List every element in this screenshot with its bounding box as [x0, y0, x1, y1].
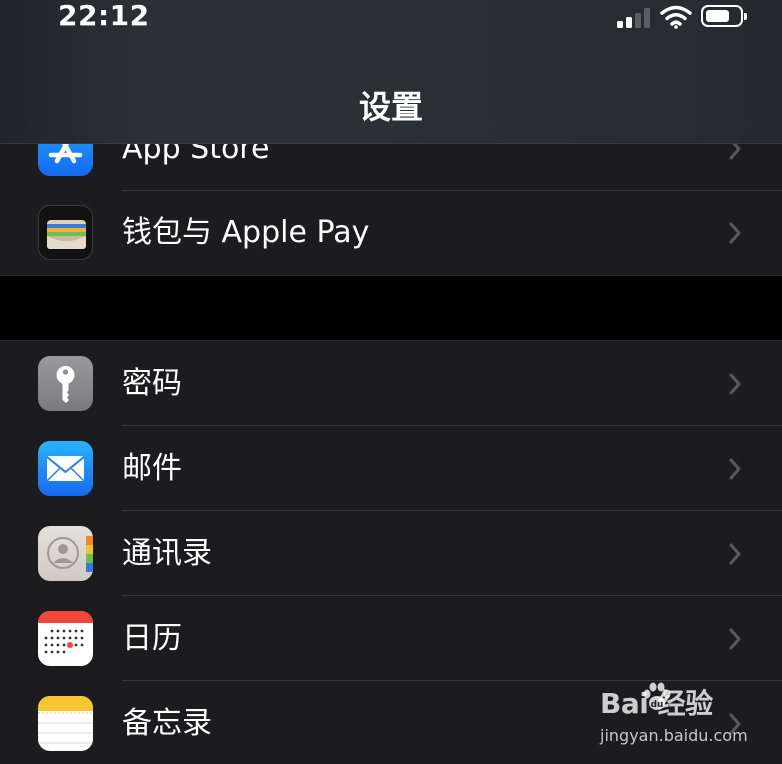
navigation-header: 22:12 设置	[0, 0, 782, 144]
settings-row-label: 日历	[122, 621, 182, 656]
cellular-signal-icon	[617, 8, 653, 28]
key-icon	[38, 356, 93, 411]
settings-row-label: 备忘录	[122, 706, 212, 741]
settings-row-label: 邮件	[122, 451, 182, 486]
contacts-icon	[38, 526, 93, 581]
chevron-right-icon	[729, 543, 741, 565]
mail-icon	[38, 441, 93, 496]
battery-icon	[701, 5, 747, 27]
settings-row-contacts[interactable]: 通讯录	[0, 511, 782, 596]
group-spacer	[0, 275, 782, 341]
chevron-right-icon	[729, 458, 741, 480]
chevron-right-icon	[729, 222, 741, 244]
paw-icon: du	[643, 682, 671, 710]
notes-icon	[38, 696, 93, 751]
settings-row-calendar[interactable]: 日历	[0, 596, 782, 681]
status-time: 22:12	[58, 0, 150, 32]
calendar-icon	[38, 611, 93, 666]
settings-row-mail[interactable]: 邮件	[0, 426, 782, 511]
chevron-right-icon	[729, 373, 741, 395]
settings-row-wallet[interactable]: 钱包与 Apple Pay	[0, 190, 782, 274]
settings-row-passwords[interactable]: 密码	[0, 341, 782, 426]
settings-row-label: 通讯录	[122, 536, 212, 571]
baidu-jingyan-watermark: Bai 经验 du jingyan.baidu.com	[600, 680, 750, 760]
wifi-icon	[660, 5, 692, 29]
chevron-right-icon	[729, 628, 741, 650]
wallet-icon	[38, 205, 93, 260]
settings-row-label: 密码	[122, 366, 182, 401]
page-title: 设置	[358, 88, 423, 126]
settings-row-label: 钱包与 Apple Pay	[122, 215, 370, 250]
settings-screen: App Store 钱包与 Apple Pay 密码 邮件 通讯录 日历 备忘录…	[0, 0, 782, 764]
watermark-url: jingyan.baidu.com	[600, 726, 748, 745]
svg-text:du: du	[651, 700, 664, 710]
